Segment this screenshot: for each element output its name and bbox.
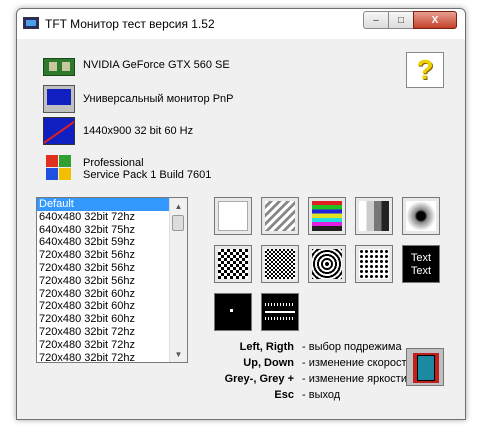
test-ruler-button[interactable]	[261, 293, 299, 331]
maximize-button[interactable]: □	[388, 11, 414, 29]
test-graybars-button[interactable]	[355, 197, 393, 235]
test-colorbars-button[interactable]	[308, 197, 346, 235]
resolution-info: 1440x900 32 bit 60 Hz	[43, 117, 193, 145]
monitor-info: Универсальный монитор PnP	[43, 85, 234, 113]
test-circles-button[interactable]	[308, 245, 346, 283]
single-pixel-icon	[218, 297, 248, 327]
resolution-icon	[43, 117, 75, 145]
help-button[interactable]: ?	[406, 52, 444, 88]
gpu-name: NVIDIA GeForce GTX 560 SE	[83, 58, 230, 71]
legend-desc-4: - выход	[302, 389, 341, 401]
list-item[interactable]: 720x480 32bit 72hz	[37, 326, 171, 339]
white-fill-icon	[218, 201, 248, 231]
gray-bars-icon	[359, 201, 389, 231]
list-item[interactable]: 720x480 32bit 56hz	[37, 262, 171, 275]
legend-desc-2: - изменение скорости	[302, 357, 413, 369]
list-item[interactable]: 640x480 32bit 72hz	[37, 211, 171, 224]
test-text-button[interactable]: Text Text	[402, 245, 440, 283]
dot-grid-icon	[359, 249, 389, 279]
radial-target-icon	[406, 201, 436, 231]
client-area: NVIDIA GeForce GTX 560 SE Универсальный …	[21, 39, 461, 415]
text-line2: Text	[410, 265, 432, 277]
list-item[interactable]: 720x480 32bit 60hz	[37, 313, 171, 326]
list-item[interactable]: 720x480 32bit 72hz	[37, 339, 171, 352]
text-pattern-icon: Text Text	[406, 249, 436, 279]
ruler-lines-icon	[265, 297, 295, 327]
test-white-button[interactable]	[214, 197, 252, 235]
video-card-icon	[43, 58, 75, 76]
legend-desc-1: - выбор подрежима	[302, 341, 402, 353]
display-modes-list[interactable]: Default 640x480 32bit 72hz 640x480 32bit 7…	[36, 197, 188, 363]
list-item[interactable]: 720x480 32bit 72hz	[37, 352, 171, 362]
text-line1: Text	[410, 252, 432, 264]
legend-key-4: Esc	[274, 389, 294, 401]
resolution-text: 1440x900 32 bit 60 Hz	[83, 125, 194, 137]
list-item[interactable]: Default	[37, 198, 171, 211]
legend-key-2: Up, Down	[243, 357, 294, 369]
close-button[interactable]: X	[413, 11, 457, 29]
test-checker-button[interactable]	[214, 245, 252, 283]
modes-items: Default 640x480 32bit 72hz 640x480 32bit 7…	[37, 198, 171, 362]
os-build: Service Pack 1 Build 7601	[83, 169, 212, 181]
monitor-icon	[43, 85, 75, 113]
color-bars-icon	[312, 201, 342, 231]
door-exit-icon	[417, 355, 435, 381]
minimize-button[interactable]: –	[363, 11, 389, 29]
legend-key-3: Grey-, Grey +	[224, 373, 294, 385]
app-icon	[23, 17, 39, 29]
test-pixel-button[interactable]	[214, 293, 252, 331]
gpu-info: NVIDIA GeForce GTX 560 SE	[43, 53, 230, 76]
scroll-thumb[interactable]	[172, 215, 184, 231]
monitor-name: Универсальный монитор PnP	[83, 93, 234, 105]
list-item[interactable]: 720x480 32bit 56hz	[37, 275, 171, 288]
test-radial-button[interactable]	[402, 197, 440, 235]
title-bar[interactable]: TFT Монитор тест версия 1.52 – □ X	[17, 9, 465, 39]
os-edition: Professional	[83, 157, 144, 169]
list-item[interactable]: 720x480 32bit 60hz	[37, 288, 171, 301]
list-item[interactable]: 640x480 32bit 75hz	[37, 224, 171, 237]
modes-scrollbar[interactable]: ▲ ▼	[169, 198, 187, 362]
test-grid-button[interactable]	[261, 245, 299, 283]
window-title: TFT Монитор тест версия 1.52	[45, 17, 215, 31]
list-item[interactable]: 640x480 32bit 59hz	[37, 236, 171, 249]
app-window: TFT Монитор тест версия 1.52 – □ X NVIDI…	[16, 8, 466, 420]
list-item[interactable]: 720x480 32bit 60hz	[37, 300, 171, 313]
test-gradient-button[interactable]	[261, 197, 299, 235]
fine-grid-icon	[265, 249, 295, 279]
scroll-up-icon[interactable]: ▲	[170, 198, 187, 214]
list-item[interactable]: 720x480 32bit 56hz	[37, 249, 171, 262]
os-info: Professional Service Pack 1 Build 7601	[43, 151, 211, 187]
diagonal-gradient-icon	[265, 201, 295, 231]
concentric-circles-icon	[312, 249, 342, 279]
checkerboard-icon	[218, 249, 248, 279]
legend-desc-3: - изменение яркости	[302, 373, 407, 385]
test-dotgrid-button[interactable]	[355, 245, 393, 283]
exit-button[interactable]	[406, 348, 444, 386]
legend-key-1: Left, Rigth	[239, 341, 294, 353]
windows-logo-icon	[43, 151, 75, 187]
